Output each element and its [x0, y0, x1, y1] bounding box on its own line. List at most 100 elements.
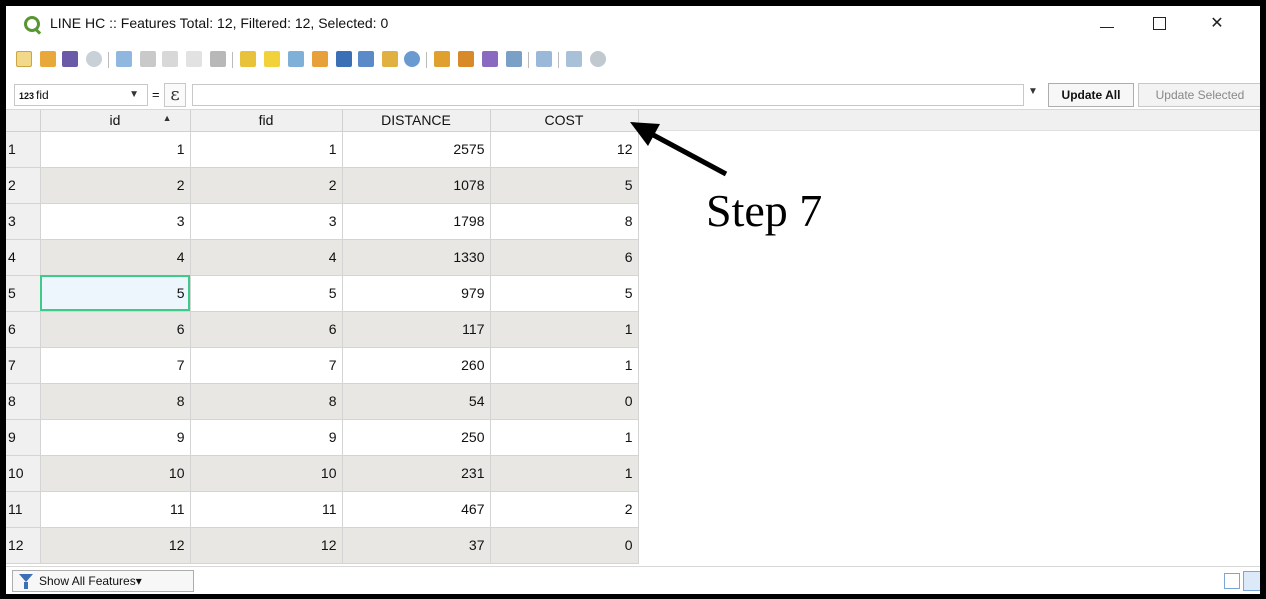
row-number[interactable]: 10	[6, 455, 41, 492]
column-header-cost[interactable]: COST	[490, 110, 639, 132]
cell-distance[interactable]: 1330	[342, 239, 491, 276]
table-row[interactable]: 9 9 9 250 1	[6, 419, 639, 456]
cell-fid[interactable]: 11	[190, 491, 343, 528]
cell-id[interactable]: 12	[40, 527, 191, 564]
dock-table-icon[interactable]	[536, 51, 552, 67]
cell-fid[interactable]: 9	[190, 419, 343, 456]
new-field-icon[interactable]	[434, 51, 450, 67]
paste-features-icon[interactable]	[210, 51, 226, 67]
save-edits-icon[interactable]	[62, 51, 78, 67]
cell-fid[interactable]: 5	[190, 275, 343, 312]
cell-cost[interactable]: 1	[490, 455, 639, 492]
table-row[interactable]: 10 10 10 231 1	[6, 455, 639, 492]
table-row[interactable]: 6 6 6 117 1	[6, 311, 639, 348]
toggle-editing-icon[interactable]	[16, 51, 32, 67]
table-row[interactable]: 5 5 5 979 5	[6, 275, 639, 312]
field-select[interactable]: 123 fid ▼	[14, 84, 148, 106]
cell-fid[interactable]: 4	[190, 239, 343, 276]
row-number[interactable]: 4	[6, 239, 41, 276]
table-view-icon[interactable]	[1243, 571, 1260, 591]
expression-history-chevron-icon[interactable]: ▼	[1028, 86, 1038, 97]
table-row[interactable]: 4 4 4 1330 6	[6, 239, 639, 276]
update-all-button[interactable]: Update All	[1048, 83, 1134, 107]
expression-builder-button[interactable]: ε	[164, 83, 186, 107]
cell-id[interactable]: 7	[40, 347, 191, 384]
delete-field-icon[interactable]	[458, 51, 474, 67]
toggle-multi-edit-icon[interactable]	[40, 51, 56, 67]
add-feature-icon[interactable]	[116, 51, 132, 67]
table-row[interactable]: 2 2 2 1078 5	[6, 167, 639, 204]
cell-fid[interactable]: 7	[190, 347, 343, 384]
cell-fid[interactable]: 10	[190, 455, 343, 492]
actions-icon[interactable]	[566, 51, 582, 67]
cell-distance[interactable]: 54	[342, 383, 491, 420]
zoom-to-selected-icon[interactable]	[404, 51, 420, 67]
select-all-icon[interactable]	[264, 51, 280, 67]
cell-fid[interactable]: 3	[190, 203, 343, 240]
field-calculator-icon[interactable]	[482, 51, 498, 67]
cell-fid[interactable]: 8	[190, 383, 343, 420]
identify-icon[interactable]	[590, 51, 606, 67]
cell-id[interactable]: 4	[40, 239, 191, 276]
cell-cost[interactable]: 5	[490, 167, 639, 204]
cell-id[interactable]: 11	[40, 491, 191, 528]
table-row[interactable]: 7 7 7 260 1	[6, 347, 639, 384]
table-row[interactable]: 3 3 3 1798 8	[6, 203, 639, 240]
cell-id[interactable]: 6	[40, 311, 191, 348]
row-number[interactable]: 5	[6, 275, 41, 312]
table-row[interactable]: 8 8 8 54 0	[6, 383, 639, 420]
close-button[interactable]: ✕	[1194, 10, 1240, 36]
row-number[interactable]: 3	[6, 203, 41, 240]
cell-cost[interactable]: 1	[490, 419, 639, 456]
cell-distance[interactable]: 117	[342, 311, 491, 348]
cell-fid[interactable]: 12	[190, 527, 343, 564]
column-header-fid[interactable]: fid	[190, 110, 343, 132]
cell-id[interactable]: 2	[40, 167, 191, 204]
select-by-expression-icon[interactable]	[240, 51, 256, 67]
cell-cost[interactable]: 1	[490, 311, 639, 348]
cell-cost[interactable]: 6	[490, 239, 639, 276]
cell-id[interactable]: 10	[40, 455, 191, 492]
form-view-icon[interactable]	[1224, 573, 1240, 589]
row-number[interactable]: 11	[6, 491, 41, 528]
row-number[interactable]: 2	[6, 167, 41, 204]
cell-distance[interactable]: 979	[342, 275, 491, 312]
reload-table-icon[interactable]	[86, 51, 102, 67]
table-row[interactable]: 1 1 1 2575 12	[6, 131, 639, 168]
cell-id[interactable]: 5	[40, 275, 191, 312]
cell-cost[interactable]: 2	[490, 491, 639, 528]
cell-cost[interactable]: 0	[490, 527, 639, 564]
row-header-corner[interactable]	[6, 110, 41, 132]
row-number[interactable]: 7	[6, 347, 41, 384]
conditional-formatting-icon[interactable]	[506, 51, 522, 67]
copy-features-icon[interactable]	[186, 51, 202, 67]
row-number[interactable]: 8	[6, 383, 41, 420]
cell-id[interactable]: 3	[40, 203, 191, 240]
cell-distance[interactable]: 467	[342, 491, 491, 528]
cell-distance[interactable]: 37	[342, 527, 491, 564]
minimize-button[interactable]	[1084, 10, 1130, 36]
cell-id[interactable]: 1	[40, 131, 191, 168]
cell-fid[interactable]: 1	[190, 131, 343, 168]
cell-distance[interactable]: 1078	[342, 167, 491, 204]
cell-fid[interactable]: 2	[190, 167, 343, 204]
cell-distance[interactable]: 260	[342, 347, 491, 384]
cell-cost[interactable]: 1	[490, 347, 639, 384]
column-header-id[interactable]: id ▲	[40, 110, 191, 132]
cell-fid[interactable]: 6	[190, 311, 343, 348]
move-selection-top-icon[interactable]	[358, 51, 374, 67]
cell-distance[interactable]: 2575	[342, 131, 491, 168]
show-all-features-button[interactable]: Show All Features▾	[12, 570, 194, 592]
filter-select-icon[interactable]	[336, 51, 352, 67]
update-selected-button[interactable]: Update Selected	[1138, 83, 1260, 107]
cell-cost[interactable]: 5	[490, 275, 639, 312]
cell-cost[interactable]: 12	[490, 131, 639, 168]
cut-features-icon[interactable]	[162, 51, 178, 67]
column-header-distance[interactable]: DISTANCE	[342, 110, 491, 132]
pan-to-selected-icon[interactable]	[382, 51, 398, 67]
table-row[interactable]: 11 11 11 467 2	[6, 491, 639, 528]
cell-distance[interactable]: 250	[342, 419, 491, 456]
expression-input[interactable]	[192, 84, 1024, 106]
cell-id[interactable]: 8	[40, 383, 191, 420]
row-number[interactable]: 6	[6, 311, 41, 348]
